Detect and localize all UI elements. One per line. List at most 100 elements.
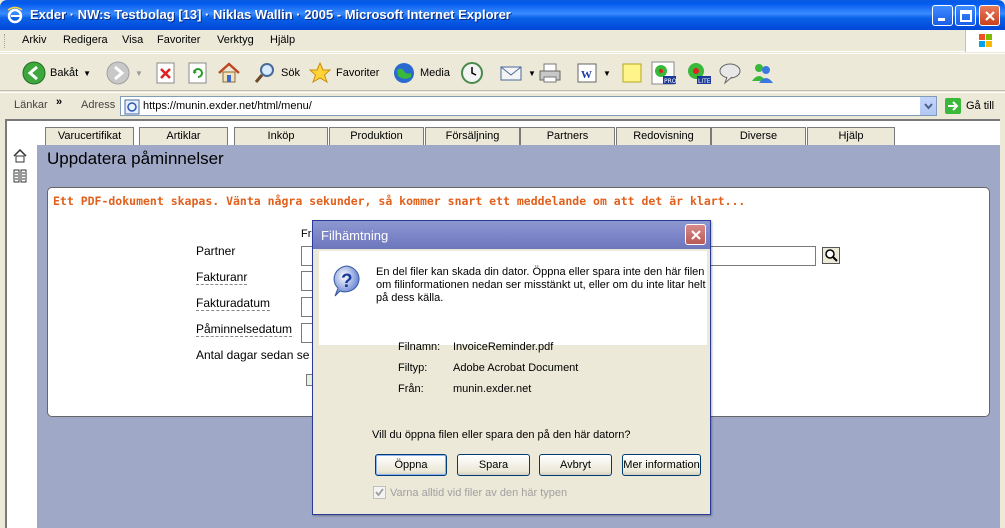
- go-arrow-icon: [945, 98, 961, 114]
- tab-forsaljning[interactable]: Försäljning: [425, 127, 520, 145]
- menu-favoriter[interactable]: Favoriter: [157, 34, 200, 46]
- go-button[interactable]: Gå till: [944, 97, 994, 115]
- icq-lite-button[interactable]: LITE: [686, 60, 712, 86]
- svg-text:LITE: LITE: [698, 78, 711, 85]
- save-button[interactable]: Spara: [457, 454, 530, 476]
- history-button[interactable]: [460, 60, 484, 86]
- always-warn-label: Varna alltid vid filer av den här typen: [390, 486, 568, 499]
- address-url: https://munin.exder.net/html/menu/: [143, 100, 312, 112]
- windows-flag-icon: [979, 34, 992, 47]
- tab-inkop[interactable]: Inköp: [234, 127, 328, 145]
- media-globe-icon: [394, 63, 414, 83]
- page-title: Uppdatera påminnelser: [47, 149, 224, 168]
- dialog-titlebar: Filhämtning: [313, 221, 710, 249]
- tab-diverse[interactable]: Diverse: [711, 127, 806, 145]
- search-icon: [254, 63, 274, 83]
- sticky-note-icon: [622, 63, 642, 83]
- home-icon[interactable]: [13, 149, 27, 163]
- menu-arkiv[interactable]: Arkiv: [22, 34, 46, 46]
- back-button[interactable]: Bakåt ▼: [22, 60, 91, 86]
- cancel-button[interactable]: Avbryt: [539, 454, 612, 476]
- tab-hjalp[interactable]: Hjälp: [807, 127, 895, 145]
- refresh-button[interactable]: [187, 60, 209, 86]
- notes-button[interactable]: [620, 60, 644, 86]
- favorites-button[interactable]: Favoriter: [308, 60, 379, 86]
- messenger-people-icon: [752, 64, 773, 83]
- menu-hjalp[interactable]: Hjälp: [270, 34, 295, 46]
- filename-label: Filnamn:: [398, 341, 441, 353]
- list-menu-icon[interactable]: [13, 169, 27, 183]
- close-icon: [985, 11, 995, 21]
- chevron-down-icon: ▼: [83, 68, 92, 78]
- column-header-fr: Fr: [301, 228, 312, 240]
- partner-search-button[interactable]: [822, 247, 840, 264]
- nav-tab-row: Varucertifikat Artiklar Inköp Produktion…: [7, 121, 1000, 145]
- word-document-icon: W: [577, 63, 597, 83]
- menubar-grip: [4, 34, 7, 48]
- chevron-down-icon: ▼: [528, 68, 536, 78]
- speech-bubble-icon: [719, 63, 741, 85]
- filename-value: InvoiceReminder.pdf: [453, 341, 554, 353]
- dialog-close-button[interactable]: [685, 224, 706, 245]
- search-button[interactable]: Sök: [253, 60, 300, 86]
- tab-produktion[interactable]: Produktion: [329, 127, 424, 145]
- mail-button[interactable]: ▼: [499, 60, 536, 86]
- close-icon: [691, 230, 701, 240]
- filetype-label: Filtyp:: [398, 362, 428, 374]
- print-button[interactable]: [538, 60, 562, 86]
- maximize-icon: [960, 10, 972, 22]
- open-button[interactable]: Öppna: [375, 454, 447, 476]
- links-chevron-icon[interactable]: »: [56, 96, 62, 108]
- always-warn-checkbox[interactable]: [373, 486, 386, 499]
- invoice-number-label: Fakturanr: [196, 270, 248, 285]
- edit-button[interactable]: W ▼: [576, 60, 611, 86]
- back-arrow-icon: [22, 61, 46, 85]
- messenger-button[interactable]: [750, 60, 774, 86]
- svg-text:W: W: [581, 69, 592, 81]
- back-label: Bakåt: [50, 67, 79, 79]
- chevron-down-icon: ▼: [603, 68, 611, 78]
- stop-icon: [156, 62, 175, 84]
- refresh-icon: [188, 62, 207, 84]
- search-icon: [825, 249, 838, 262]
- forward-arrow-icon: [106, 61, 130, 85]
- windows-logo: [965, 30, 1005, 52]
- tab-partners[interactable]: Partners: [520, 127, 615, 145]
- forward-button[interactable]: ▼: [106, 60, 143, 86]
- home-icon: [218, 62, 240, 83]
- window-titlebar: Exder · NW:s Testbolag [13] · Niklas Wal…: [0, 0, 1005, 30]
- stop-button[interactable]: [155, 60, 177, 86]
- menu-redigera[interactable]: Redigera: [63, 34, 108, 46]
- tab-redovisning[interactable]: Redovisning: [616, 127, 711, 145]
- warning-box: ? En del filer kan skada din dator. Öppn…: [319, 251, 707, 345]
- window-title: Exder · NW:s Testbolag [13] · Niklas Wal…: [30, 7, 511, 22]
- source-label: Från:: [398, 383, 424, 395]
- menu-visa[interactable]: Visa: [122, 34, 143, 46]
- more-info-button[interactable]: Mer information: [622, 454, 701, 476]
- menu-verktyg[interactable]: Verktyg: [217, 34, 254, 46]
- invoice-date-label: Fakturadatum: [196, 296, 271, 311]
- minimize-button[interactable]: [932, 5, 953, 26]
- page-icon: [124, 99, 140, 115]
- links-label[interactable]: Länkar: [14, 99, 48, 111]
- standard-toolbar: Bakåt ▼ ▼ Sök Favoriter Media ▼ W ▼ PRO …: [0, 53, 1005, 91]
- days-since-label: Antal dagar sedan se: [196, 348, 310, 362]
- close-window-button[interactable]: [979, 5, 1000, 26]
- media-button[interactable]: Media: [392, 60, 450, 86]
- home-button[interactable]: [217, 60, 241, 86]
- address-input[interactable]: https://munin.exder.net/html/menu/: [120, 96, 937, 116]
- dialog-body: ? En del filer kan skada din dator. Öppn…: [316, 249, 707, 513]
- chevron-down-icon: ▼: [135, 68, 143, 78]
- discuss-button[interactable]: [718, 60, 742, 86]
- tab-varucertifikat[interactable]: Varucertifikat: [45, 127, 134, 145]
- search-label: Sök: [281, 67, 300, 79]
- side-strip: [7, 145, 37, 528]
- status-message: Ett PDF-dokument skapas. Vänta några sek…: [53, 194, 746, 208]
- address-dropdown[interactable]: [919, 97, 936, 115]
- tab-artiklar[interactable]: Artiklar: [139, 127, 228, 145]
- address-bar: Länkar » Adress https://munin.exder.net/…: [0, 92, 1005, 118]
- svg-text:?: ?: [341, 271, 353, 292]
- maximize-button[interactable]: [955, 5, 976, 26]
- source-value: munin.exder.net: [453, 383, 532, 395]
- icq-pro-button[interactable]: PRO: [651, 60, 677, 86]
